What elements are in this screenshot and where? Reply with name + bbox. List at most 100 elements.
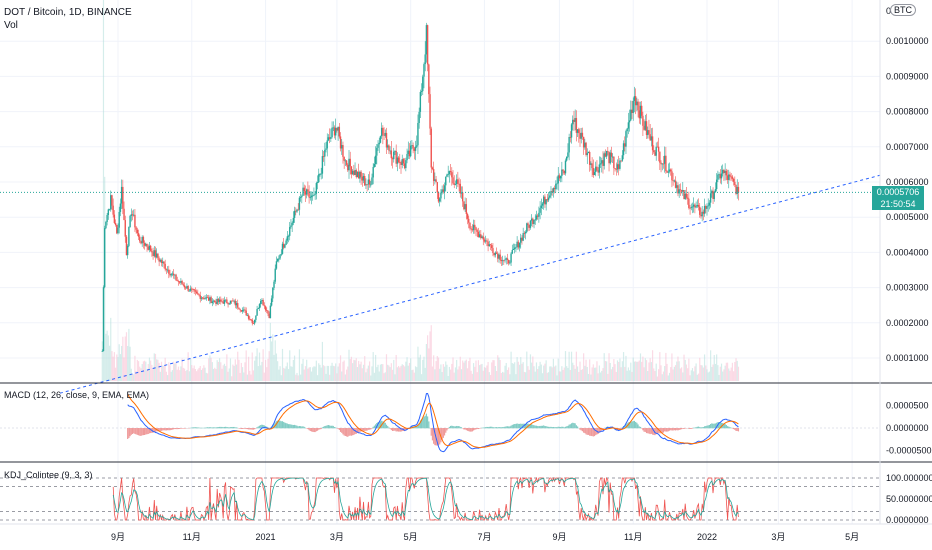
macd-histogram-bar xyxy=(477,428,480,430)
macd-histogram-bar xyxy=(603,428,605,429)
candle-body xyxy=(500,259,503,262)
macd-histogram-bar xyxy=(633,420,636,429)
macd-histogram-bar xyxy=(319,428,321,430)
macd-histogram-bar xyxy=(313,428,315,433)
macd-histogram-bar xyxy=(493,427,495,429)
candle-body xyxy=(435,179,437,183)
macd-histogram-bar xyxy=(228,427,230,429)
volume-bar xyxy=(227,371,229,381)
candle-body xyxy=(333,127,336,136)
macd-histogram-bar xyxy=(397,428,400,432)
volume-bar xyxy=(145,361,147,381)
macd-histogram-bar xyxy=(481,427,483,429)
macd-histogram-bar xyxy=(280,421,282,429)
candle-body xyxy=(576,129,579,133)
volume-bar xyxy=(407,365,409,381)
macd-histogram-bar xyxy=(446,428,448,431)
candle-body xyxy=(125,236,128,256)
macd-histogram-bar xyxy=(700,427,702,429)
candle-body xyxy=(705,206,707,209)
kdj-title[interactable]: KDJ_Colintee (9, 3, 3) xyxy=(4,470,93,480)
volume-bar xyxy=(468,361,470,381)
candle-body xyxy=(480,234,482,239)
volume-bar xyxy=(684,359,686,381)
candle-body xyxy=(193,289,195,291)
candle-body xyxy=(642,115,644,126)
candle-body xyxy=(682,190,684,192)
macd-histogram-bar xyxy=(333,427,336,429)
macd-histogram-bar xyxy=(129,428,131,437)
macd-histogram-bar xyxy=(670,428,672,431)
volume-bar xyxy=(111,351,113,381)
macd-histogram-bar xyxy=(733,428,735,430)
x-tick-label: 3月 xyxy=(771,532,785,542)
candle-body xyxy=(729,174,731,177)
candle-body xyxy=(241,309,244,312)
volume-label[interactable]: Vol xyxy=(4,20,18,31)
volume-bar xyxy=(396,367,398,381)
currency-badge[interactable]: BTC xyxy=(890,4,916,16)
volume-bar xyxy=(682,372,684,381)
candle-body xyxy=(602,160,604,166)
candle-body xyxy=(291,222,293,226)
volume-bar xyxy=(185,370,187,381)
volume-bar xyxy=(174,363,176,381)
candle-body xyxy=(253,319,256,324)
macd-histogram-bar xyxy=(535,425,538,429)
volume-bar xyxy=(430,325,432,381)
macd-histogram-bar xyxy=(696,426,698,429)
volume-bar xyxy=(412,369,414,381)
macd-histogram-bar xyxy=(240,428,242,429)
x-tick-label: 7月 xyxy=(477,532,491,542)
x-tick-label: 2021 xyxy=(256,532,276,542)
candle-body xyxy=(723,169,725,174)
macd-histogram-bar xyxy=(241,428,244,429)
candle-body xyxy=(464,204,466,210)
macd-title[interactable]: MACD (12, 26, close, 9, EMA, EMA) xyxy=(4,390,149,400)
macd-y-label: 0.0000000 xyxy=(886,423,929,433)
candle-body xyxy=(667,171,669,173)
candle-body xyxy=(534,219,536,221)
candle-body xyxy=(229,300,232,304)
macd-histogram-bar xyxy=(643,428,645,432)
volume-bar xyxy=(308,367,310,381)
volume-bar xyxy=(601,370,603,381)
volume-bar xyxy=(233,365,235,381)
candle-body xyxy=(724,170,726,174)
volume-bar xyxy=(150,360,152,381)
volume-bar xyxy=(620,367,622,381)
volume-bar xyxy=(579,361,581,381)
x-tick-label: 3月 xyxy=(330,532,344,542)
volume-bar xyxy=(394,374,396,381)
candle-body xyxy=(113,214,116,223)
volume-bar xyxy=(243,372,245,381)
candle-body xyxy=(389,150,391,152)
volume-bar xyxy=(737,366,740,381)
macd-histogram-bar xyxy=(540,425,542,429)
volume-bar xyxy=(137,361,140,381)
candle-body xyxy=(267,310,269,314)
macd-histogram-bar xyxy=(574,423,576,429)
candle-body xyxy=(331,127,333,138)
candle-body xyxy=(688,198,690,208)
volume-bar xyxy=(517,361,519,381)
candle-body xyxy=(574,118,576,122)
macd-histogram-bar xyxy=(666,428,668,432)
volume-bar xyxy=(323,365,325,381)
candle-body xyxy=(232,300,234,302)
macd-histogram-bar xyxy=(693,427,695,429)
candle-body xyxy=(512,249,515,251)
volume-bar xyxy=(439,368,441,381)
macd-histogram-bar xyxy=(371,428,373,429)
candle-body xyxy=(559,176,562,179)
candle-body xyxy=(310,195,313,198)
symbol-title[interactable]: DOT / Bitcoin, 1D, BINANCE xyxy=(4,7,132,18)
macd-histogram-bar xyxy=(423,416,425,429)
candle-body xyxy=(609,152,611,164)
volume-bar xyxy=(483,367,486,381)
macd-histogram-bar xyxy=(589,428,591,436)
volume-bar xyxy=(465,359,467,381)
candle-body xyxy=(124,220,126,237)
volume-bar xyxy=(543,365,545,381)
macd-histogram-bar xyxy=(133,428,135,434)
